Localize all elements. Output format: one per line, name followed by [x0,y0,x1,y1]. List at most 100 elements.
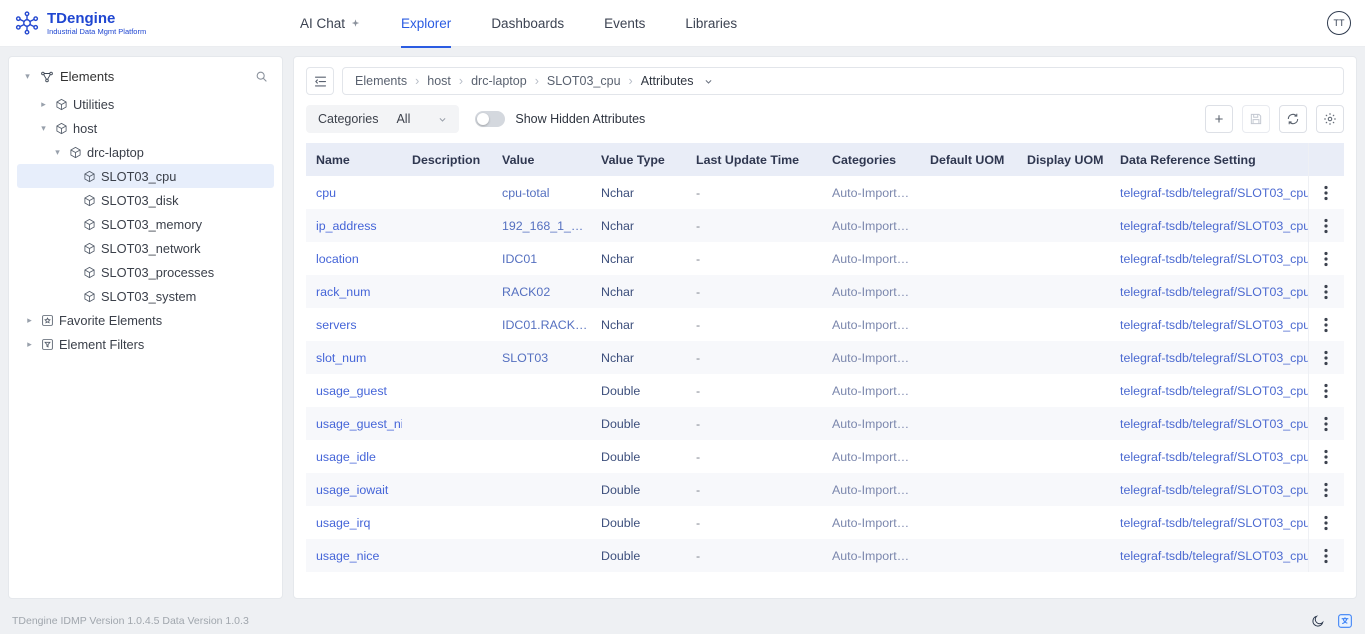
show-hidden-toggle[interactable] [475,111,505,127]
cell-default-uom [920,176,1017,209]
row-menu-button[interactable] [1315,215,1337,237]
cell-name[interactable]: location [306,242,402,275]
row-menu-button[interactable] [1315,281,1337,303]
cell-name[interactable]: usage_nice [306,539,402,572]
cell-last-update-time: - [686,308,822,341]
tree-item-slot03-cpu[interactable]: SLOT03_cpu [17,164,274,188]
tree-item-host[interactable]: ▾host [17,116,274,140]
breadcrumb-item-attributes[interactable]: Attributes [641,74,694,88]
cell-value-type: Double [591,374,686,407]
tree-item-label: SLOT03_cpu [101,169,176,184]
cell-value-type: Nchar [591,308,686,341]
categories-select[interactable]: All [396,112,447,126]
cell-default-uom [920,506,1017,539]
nav-item-explorer[interactable]: Explorer [401,0,451,47]
categories-label: Categories [318,112,378,126]
refresh-button[interactable] [1279,105,1307,133]
cell-data-reference[interactable]: telegraf-tsdb/telegraf/SLOT03_cpu/serv [1110,308,1308,341]
cell-display-uom [1017,176,1110,209]
cell-data-reference[interactable]: telegraf-tsdb/telegraf/SLOT03_cpu/slot_ [1110,341,1308,374]
nav-item-label: AI Chat [300,16,345,31]
breadcrumb-item-drc-laptop[interactable]: drc-laptop [471,74,527,88]
brand: TDengine Industrial Data Mgmt Platform [14,10,260,36]
tree-item-label: SLOT03_memory [101,217,202,232]
caret-down-icon[interactable]: ▾ [51,147,64,158]
tree-item-utilities[interactable]: ▸Utilities [17,92,274,116]
cell-data-reference[interactable]: telegraf-tsdb/telegraf/SLOT03_cpu/usag [1110,407,1308,440]
add-attribute-button[interactable]: + [1205,105,1233,133]
chevron-down-icon[interactable] [704,77,713,86]
cell-data-reference[interactable]: telegraf-tsdb/telegraf/SLOT03_cpu/usag [1110,539,1308,572]
row-menu-button[interactable] [1315,446,1337,468]
cell-name[interactable]: usage_idle [306,440,402,473]
cell-name[interactable]: ip_address [306,209,402,242]
cell-name[interactable]: usage_irq [306,506,402,539]
search-icon[interactable] [255,70,268,83]
collapse-sidebar-button[interactable] [306,67,334,95]
nav-item-dashboards[interactable]: Dashboards [491,0,564,47]
cell-name[interactable]: usage_guest [306,374,402,407]
tree-item-slot03-system[interactable]: SLOT03_system [17,284,274,308]
sidebar-root-row[interactable]: ▾ Elements [17,67,274,92]
breadcrumb-item-host[interactable]: host [427,74,451,88]
cell-name[interactable]: usage_guest_ni… [306,407,402,440]
breadcrumb-item-elements[interactable]: Elements [355,74,407,88]
cell-data-reference[interactable]: telegraf-tsdb/telegraf/SLOT03_cpu/usag [1110,374,1308,407]
chevron-down-icon [438,115,447,124]
cell-data-reference[interactable]: telegraf-tsdb/telegraf/SLOT03_cpu/usag [1110,506,1308,539]
cell-name[interactable]: servers [306,308,402,341]
row-menu-button[interactable] [1315,248,1337,270]
cell-name[interactable]: cpu [306,176,402,209]
cell-data-reference[interactable]: telegraf-tsdb/telegraf/SLOT03_cpu/loca [1110,242,1308,275]
caret-right-icon[interactable]: ▸ [23,339,36,350]
dark-mode-icon[interactable] [1311,614,1325,628]
cell-description [402,242,492,275]
tree-item-favorite-elements[interactable]: ▸Favorite Elements [17,308,274,332]
cell-name[interactable]: rack_num [306,275,402,308]
tree-item-slot03-network[interactable]: SLOT03_network [17,236,274,260]
tree-item-slot03-disk[interactable]: SLOT03_disk [17,188,274,212]
cell-actions [1308,176,1344,209]
row-menu-button[interactable] [1315,182,1337,204]
nav-item-events[interactable]: Events [604,0,645,47]
column-header-value: Value [492,143,591,176]
table-row: cpucpu-totalNchar-Auto-Import…telegraf-t… [306,176,1344,209]
caret-right-icon[interactable]: ▸ [23,315,36,326]
user-avatar[interactable]: TT [1327,11,1351,35]
cell-data-reference[interactable]: telegraf-tsdb/telegraf/SLOT03_cpu/cpu [1110,176,1308,209]
cell-name[interactable]: usage_iowait [306,473,402,506]
cell-name[interactable]: slot_num [306,341,402,374]
cell-description [402,308,492,341]
breadcrumb-item-slot03-cpu[interactable]: SLOT03_cpu [547,74,621,88]
row-menu-button[interactable] [1315,413,1337,435]
ai-chat-icon [350,18,361,29]
tree-item-label: Element Filters [59,337,144,352]
page-body: ▾ Elements ▸Utilities▾host▾drc-laptopSLO… [0,47,1365,608]
settings-button[interactable] [1316,105,1344,133]
cell-description [402,440,492,473]
row-menu-button[interactable] [1315,545,1337,567]
cell-data-reference[interactable]: telegraf-tsdb/telegraf/SLOT03_cpu/usag [1110,440,1308,473]
row-menu-button[interactable] [1315,314,1337,336]
toggle-knob [477,113,489,125]
row-menu-button[interactable] [1315,347,1337,369]
tree-item-slot03-memory[interactable]: SLOT03_memory [17,212,274,236]
nav-item-libraries[interactable]: Libraries [685,0,737,47]
nav-item-ai-chat[interactable]: AI Chat [300,0,361,47]
cell-data-reference[interactable]: telegraf-tsdb/telegraf/SLOT03_cpu/ip_a [1110,209,1308,242]
caret-down-icon[interactable]: ▾ [21,71,34,82]
tree-item-element-filters[interactable]: ▸ Element Filters [17,332,274,356]
cell-data-reference[interactable]: telegraf-tsdb/telegraf/SLOT03_cpu/usag [1110,473,1308,506]
tree-item-drc-laptop[interactable]: ▾drc-laptop [17,140,274,164]
cell-value: IDC01.RACK… [492,308,591,341]
cell-data-reference[interactable]: telegraf-tsdb/telegraf/SLOT03_cpu/rack [1110,275,1308,308]
tree-item-slot03-processes[interactable]: SLOT03_processes [17,260,274,284]
row-menu-button[interactable] [1315,479,1337,501]
caret-right-icon[interactable]: ▸ [37,99,50,110]
caret-down-icon[interactable]: ▾ [37,123,50,134]
cell-last-update-time: - [686,242,822,275]
table-row: usage_guestDouble-Auto-Import…telegraf-t… [306,374,1344,407]
row-menu-button[interactable] [1315,512,1337,534]
language-icon[interactable] [1337,613,1353,629]
row-menu-button[interactable] [1315,380,1337,402]
